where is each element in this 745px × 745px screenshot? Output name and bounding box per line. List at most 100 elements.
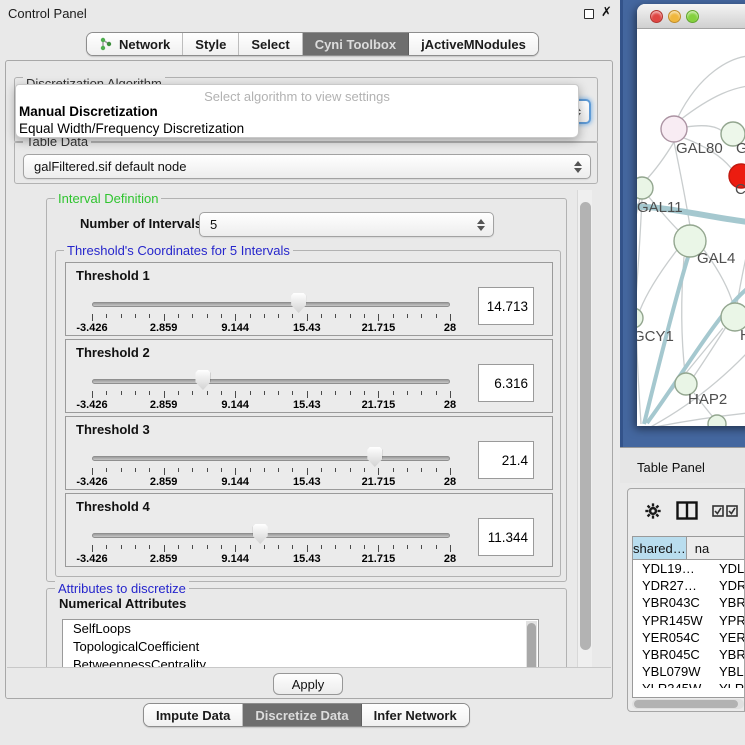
column-header-shared-name[interactable]: shared… [633,537,687,560]
threshold-value-input[interactable] [478,287,534,325]
column-header-name[interactable]: na [687,537,745,560]
float-panel-icon[interactable] [584,9,594,19]
slider-thumb[interactable] [367,447,382,467]
node-label: GAL80 [676,140,723,157]
apply-button[interactable]: Apply [273,673,343,695]
table-panel-header: Table Panel [620,447,745,483]
minimize-window-icon[interactable] [668,10,681,23]
table-row[interactable]: YBR043C YBR0 [633,594,745,611]
node-label: GA [736,140,745,157]
tab-jactivemnodules[interactable]: jActiveMNodules [409,33,538,55]
cyni-mode-tabs: Impute DataDiscretize DataInfer Network [143,703,470,727]
attributes-group: Attributes to discretize Numerical Attri… [46,588,567,668]
interval-definition-group-title: Interval Definition [55,191,161,206]
interval-definition-group: Interval Definition Number of Intervals … [46,198,567,582]
slider-track[interactable] [92,302,450,307]
slider-ticks [92,545,450,553]
slider-thumb[interactable] [253,524,268,544]
network-node-gcy1[interactable] [637,308,643,328]
slider-tick-labels: -3.4262.8599.14415.4321.71528 [92,399,450,411]
split-panel-icon[interactable] [676,501,698,520]
threshold-label: Threshold 3 [76,422,150,437]
table-row[interactable]: YDR27… YDR2 [633,577,745,594]
table-data-select[interactable]: galFiltered.sif default node [23,154,591,179]
slider-thumb[interactable] [291,293,306,313]
threshold-box-4: Threshold 4 -3.4262.8599.14415.4321.7152… [65,493,553,567]
network-icon [99,37,113,51]
zoom-window-icon[interactable] [686,10,699,23]
network-node-gal11[interactable] [637,177,653,199]
network-edge[interactable] [680,86,745,120]
attributes-group-title: Attributes to discretize [55,581,189,596]
tab-network[interactable]: Network [87,33,183,55]
tab-select[interactable]: Select [239,33,302,55]
number-of-intervals-label: Number of Intervals [80,216,202,231]
attribute-item[interactable]: TopologicalCoefficient [63,638,538,656]
table-body: YDL19… YDL1 YDR27… YDR2 YBR043C YBR0 YPR… [633,560,745,688]
network-node-gal80[interactable] [661,116,687,142]
numerical-attributes-list[interactable]: SelfLoopsTopologicalCoefficientBetweenne… [62,619,539,668]
select-arrows-icon [570,161,586,173]
table-data-group: Table Data galFiltered.sif default node [14,141,598,184]
node-label: GAL11 [637,199,683,216]
gear-icon[interactable] [644,502,662,520]
slider-track[interactable] [92,456,450,461]
algorithm-dropdown-popup: Select algorithm to view settings Manual… [15,84,579,138]
threshold-label: Threshold 1 [76,268,150,283]
table-row[interactable]: YER054C YER0 [633,629,745,646]
slider-track[interactable] [92,379,450,384]
scrollbar-thumb[interactable] [580,202,591,650]
table-horizontal-scrollbar[interactable] [632,699,744,709]
scrollbar-thumb[interactable] [634,700,738,708]
table-row[interactable]: YBR045C YBR0 [633,646,745,663]
network-node-bottom-node[interactable] [708,415,726,426]
node-label: C [735,181,745,198]
node-label: H [740,327,745,344]
threshold-value-input[interactable] [478,441,534,479]
control-panel-tabs: NetworkStyleSelectCyni ToolboxjActiveMNo… [86,32,539,56]
settings-scroll-area: Interval Definition Number of Intervals … [14,190,576,668]
network-edge[interactable] [686,126,722,131]
threshold-value-input[interactable] [478,518,534,556]
tab-cyni-toolbox[interactable]: Cyni Toolbox [303,33,409,55]
slider-tick-labels: -3.4262.8599.14415.4321.71528 [92,476,450,488]
thresholds-group-title: Threshold's Coordinates for 5 Intervals [64,243,293,258]
table-row[interactable]: YBL079W YBL0 [633,663,745,680]
network-window-titlebar[interactable] [637,4,745,29]
algorithm-option-manual[interactable]: Manual Discretization [19,104,158,119]
attribute-item[interactable]: SelfLoops [63,620,538,638]
close-panel-icon[interactable]: ✗ [601,4,612,20]
table-row[interactable]: YLR345W YLR3 [633,680,745,688]
table-row[interactable]: YPR145W YPR1 [633,612,745,629]
threshold-box-1: Threshold 1 -3.4262.8599.14415.4321.7152… [65,262,553,336]
slider-ticks [92,468,450,476]
tab-style[interactable]: Style [183,33,239,55]
number-of-intervals-select[interactable]: 5 [199,212,494,237]
threshold-list: Threshold 1 -3.4262.8599.14415.4321.7152… [65,262,553,570]
select-columns-icon[interactable] [712,505,738,517]
network-edge[interactable] [640,250,677,310]
algorithm-dropdown-hint: Select algorithm to view settings [16,89,578,104]
network-edge[interactable] [646,142,674,180]
slider-ticks [92,391,450,399]
slider-track[interactable] [92,533,450,538]
close-window-icon[interactable] [650,10,663,23]
tab-discretize-data[interactable]: Discretize Data [243,704,361,726]
tab-infer-network[interactable]: Infer Network [362,704,469,726]
node-table: shared… na YDL19… YDL1 YDR27… YDR2 YBR04… [632,536,745,698]
network-edge[interactable] [678,56,745,117]
network-view-window[interactable]: GAL80GACGAL11GAL4GCY1HHAP2 [637,4,745,426]
algorithm-option-equal-width[interactable]: Equal Width/Frequency Discretization [19,121,244,136]
table-row[interactable]: YDL19… YDL1 [633,560,745,577]
control-panel-titlebar: Control Panel ✗ [0,0,620,28]
attributes-list-scrollbar[interactable] [526,621,537,668]
table-toolbar [628,489,745,532]
table-header-row: shared… na [633,537,745,560]
tab-impute-data[interactable]: Impute Data [144,704,243,726]
settings-vertical-scrollbar[interactable] [577,190,592,668]
network-canvas[interactable]: GAL80GACGAL11GAL4GCY1HHAP2 [637,30,745,426]
cyni-toolbox-panel: Discretization Algorithm Select algorith… [5,60,613,699]
threshold-value-input[interactable] [478,364,534,402]
slider-thumb[interactable] [195,370,210,390]
select-arrows-icon [473,219,489,231]
